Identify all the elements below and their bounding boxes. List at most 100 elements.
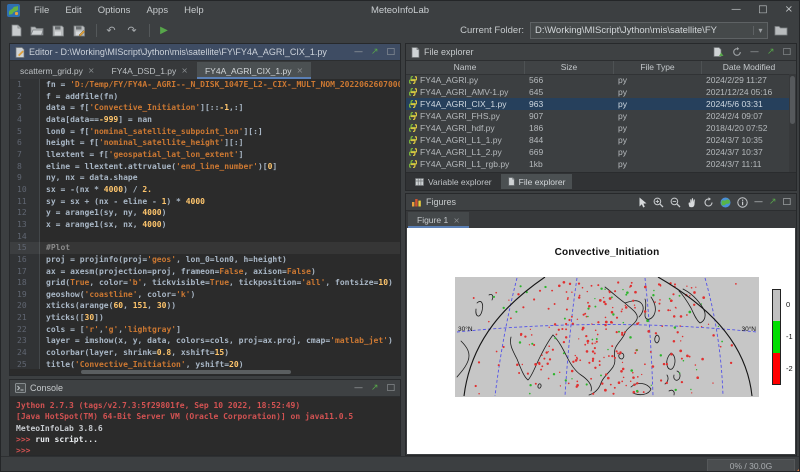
file-table-header[interactable]: NameSizeFile TypeDate Modified	[406, 61, 796, 75]
column-header-name[interactable]: Name	[406, 61, 525, 74]
close-tab-icon[interactable]: ×	[453, 216, 460, 225]
zoom-in-tool-icon[interactable]	[653, 197, 664, 208]
editor-icon	[15, 47, 25, 58]
line-number: 23	[10, 335, 40, 347]
open-file-button[interactable]	[28, 22, 46, 39]
file-list-scrollbar[interactable]	[789, 74, 796, 173]
file-list: FY4A_AGRI.py566py2024/2/29 11:27 FY4A_AG…	[406, 74, 789, 173]
figure-tab[interactable]: Figure 1 ×	[408, 212, 469, 228]
file-row[interactable]: FY4A_AGRI_L1_rgb.py1kbpy2024/3/7 11:11	[406, 158, 789, 170]
file-row[interactable]: FY4A_AGRI_hdf.py186py2018/4/20 07:52	[406, 122, 789, 134]
editor-tab[interactable]: FY4A_DSD_1.py×	[104, 62, 196, 79]
zoom-out-tool-icon[interactable]	[670, 197, 681, 208]
save-icon	[52, 25, 64, 37]
file-row[interactable]: FY4A_AGRI_L1_1.py844py2024/3/7 10:35	[406, 134, 789, 146]
redo-button[interactable]: ↷	[123, 22, 141, 39]
scrollbar-thumb[interactable]	[790, 76, 795, 124]
refresh-icon[interactable]	[732, 47, 742, 57]
file-explorer-tab-icon	[508, 177, 515, 186]
code-line: 8eline = llextent.attrvalue('end_line_nu…	[10, 161, 400, 173]
console-icon	[15, 383, 26, 393]
menu-apps[interactable]: Apps	[146, 5, 168, 16]
code-line: 21yticks([30])	[10, 312, 400, 324]
column-header-size[interactable]: Size	[525, 61, 614, 74]
line-number: 10	[10, 184, 40, 196]
explorer-tab-bar: Variable explorer File explorer	[406, 172, 796, 190]
map-plot: 30°N 30°N	[455, 277, 759, 397]
console-line: MeteoInfoLab 3.8.6	[16, 423, 400, 434]
panel-maximize-icon[interactable]: □	[782, 197, 791, 207]
code-line: 3data = f['Convective_Initiation'][::-1,…	[10, 102, 400, 114]
panel-external-icon[interactable]: ↗	[371, 47, 379, 57]
panel-maximize-icon[interactable]: □	[386, 383, 395, 393]
line-number: 18	[10, 277, 40, 289]
code-line: 18grid(True, color='b', tickvisible=True…	[10, 277, 400, 289]
panel-minimize-icon[interactable]: —	[354, 383, 363, 393]
current-folder-combobox[interactable]: D:\Working\MIScript\Jython\mis\satellite…	[530, 22, 768, 39]
browse-folder-button[interactable]	[772, 22, 790, 39]
panel-external-icon[interactable]: ↗	[371, 383, 379, 393]
editor-horizontal-scrollbar[interactable]	[41, 370, 398, 374]
menu-edit[interactable]: Edit	[65, 5, 81, 16]
save-as-button[interactable]	[70, 22, 88, 39]
console-prompt-line: >>> run script...	[16, 434, 400, 445]
panel-external-icon[interactable]: ↗	[769, 197, 777, 207]
colorbar	[772, 289, 781, 385]
window-minimize-button[interactable]: —	[731, 5, 741, 15]
run-script-button[interactable]: ▶	[155, 22, 173, 39]
python-file-icon	[409, 76, 417, 84]
app-logo-icon	[7, 4, 20, 17]
line-number: 11	[10, 196, 40, 208]
new-file-button[interactable]	[7, 22, 25, 39]
scrollbar-thumb[interactable]	[81, 370, 291, 374]
file-row[interactable]: FY4A_AGRI.py566py2024/2/29 11:27	[406, 74, 789, 86]
file-row[interactable]: FY4A_AGRI_FHS.py907py2024/2/4 09:07	[406, 110, 789, 122]
undo-button[interactable]: ↶	[102, 22, 120, 39]
file-row[interactable]: FY4A_AGRI_CIX_1.py963py2024/5/6 03:31	[406, 98, 789, 110]
figure-canvas[interactable]: Convective_Initiation	[407, 228, 795, 454]
line-number: 12	[10, 207, 40, 219]
menu-help[interactable]: Help	[184, 5, 204, 16]
file-row[interactable]: FY4A_AGRI_AMV-1.py645py2021/12/24 05:16	[406, 86, 789, 98]
line-number: 22	[10, 324, 40, 336]
file-row[interactable]: FY4A_AGRI_L1_2.py669py2024/3/7 10:37	[406, 146, 789, 158]
pointer-tool-icon[interactable]	[638, 197, 647, 208]
panel-maximize-icon[interactable]: □	[386, 47, 395, 57]
console-output[interactable]: Jython 2.7.3 (tags/v2.7.3:5f29801fe, Sep…	[10, 397, 400, 455]
code-editor[interactable]: 1fn = 'D:/Temp/FY/FY4A-_AGRI--_N_DISK_10…	[10, 79, 400, 369]
panel-minimize-icon[interactable]: —	[754, 197, 763, 207]
rotate-tool-icon[interactable]	[703, 197, 714, 208]
line-number: 16	[10, 254, 40, 266]
close-tab-icon[interactable]: ×	[296, 66, 303, 75]
menu-options[interactable]: Options	[98, 5, 131, 16]
code-line: 10sx = -(nx * 4000) / 2.	[10, 184, 400, 196]
memory-usage-indicator[interactable]: 0% / 30.0G	[707, 459, 795, 472]
panel-maximize-icon[interactable]: □	[782, 47, 791, 57]
window-maximize-button[interactable]: □	[758, 5, 767, 15]
close-tab-icon[interactable]: ×	[181, 66, 188, 75]
explorer-tab-variable-explorer[interactable]: Variable explorer	[408, 174, 499, 189]
explorer-tab-file-explorer[interactable]: File explorer	[501, 174, 573, 189]
code-line: 7llextent = f['geospatial_lat_lon_extent…	[10, 149, 400, 161]
panel-external-icon[interactable]: ↗	[767, 47, 775, 57]
menu-items: File Edit Options Apps Help	[26, 5, 212, 16]
python-file-icon	[409, 112, 417, 120]
editor-tab[interactable]: FY4A_AGRI_CIX_1.py×	[197, 62, 311, 79]
panel-minimize-icon[interactable]: —	[750, 47, 759, 57]
dropdown-arrow-icon[interactable]: ▾	[753, 26, 767, 35]
console-panel-controls: — ↗ □	[354, 383, 395, 393]
close-tab-icon[interactable]: ×	[88, 66, 95, 75]
menu-bar: FileEditOptionsAppsHelp MeteoInfoLab — □…	[1, 1, 799, 19]
pan-hand-tool-icon[interactable]	[687, 197, 697, 208]
column-header-date-modified[interactable]: Date Modified	[702, 61, 796, 74]
info-tool-icon[interactable]	[737, 197, 748, 208]
column-header-file-type[interactable]: File Type	[614, 61, 702, 74]
panel-minimize-icon[interactable]: —	[354, 47, 363, 57]
colorbar-segment	[773, 290, 780, 321]
menu-file[interactable]: File	[34, 5, 49, 16]
editor-tab[interactable]: scatterm_grid.py×	[12, 62, 103, 79]
globe-tool-icon[interactable]	[720, 197, 731, 208]
window-close-button[interactable]: ×	[785, 5, 793, 15]
open-in-editor-icon[interactable]	[713, 47, 724, 57]
save-button[interactable]	[49, 22, 67, 39]
